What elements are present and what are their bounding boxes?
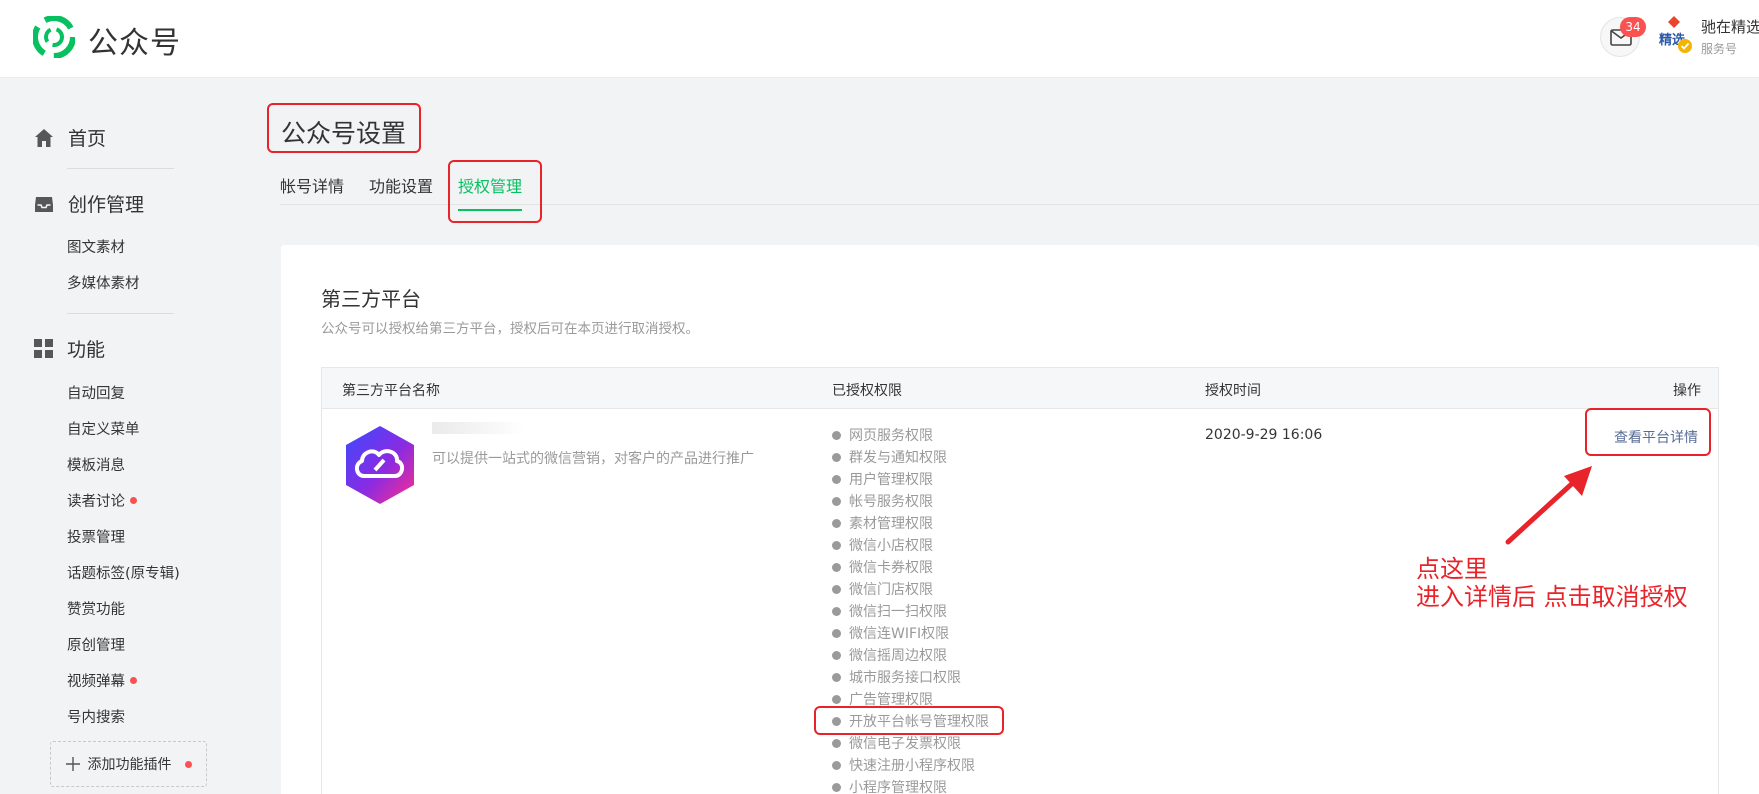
list-item: 微信扫一扫权限 [832,600,989,622]
sidebar-item-media-material[interactable]: 多媒体素材 [67,272,140,293]
annotation-box-link [1585,408,1711,456]
list-item: 微信电子发票权限 [832,732,989,754]
column-header-action: 操作 [1673,383,1701,399]
sidebar-item-label: 号内搜索 [67,710,125,726]
tab-account-details[interactable]: 帐号详情 [280,173,344,211]
top-bar: 公众号 34 精选 驰在精选 服务号 [0,0,1759,78]
new-dot [130,677,137,684]
platform-name-blurred [432,422,524,434]
grid-icon [34,339,53,358]
sidebar-group-label: 功能 [67,339,106,361]
sidebar-item-reward[interactable]: 赞赏功能 [67,598,125,619]
account-type: 服务号 [1701,42,1738,56]
annotation-box-title [267,103,421,153]
list-item: 用户管理权限 [832,468,989,490]
annotation-line: 进入详情后 点击取消授权 [1416,583,1688,611]
section-description: 公众号可以授权给第三方平台，授权后可在本页进行取消授权。 [321,321,699,337]
sidebar-item-news-material[interactable]: 图文素材 [67,236,125,257]
section-title: 第三方平台 [321,287,421,311]
list-item: 网页服务权限 [832,424,989,446]
sidebar-item-template-message[interactable]: 模板消息 [67,454,125,475]
sidebar-group-label: 创作管理 [68,194,145,216]
list-item: 帐号服务权限 [832,490,989,512]
add-plugin-button[interactable]: 添加功能插件 [50,741,207,787]
list-item: 快速注册小程序权限 [832,754,989,776]
add-plugin-label: 添加功能插件 [87,757,172,773]
list-item: 素材管理权限 [832,512,989,534]
platform-description: 可以提供一站式的微信营销，对客户的产品进行推广 [432,451,754,467]
column-header-permissions: 已授权权限 [832,383,902,399]
sidebar-item-in-account-search[interactable]: 号内搜索 [67,706,125,727]
inbox-icon [35,196,53,212]
unread-badge: 34 [1620,17,1646,37]
tab-feature-settings[interactable]: 功能设置 [369,173,433,211]
sidebar-divider [67,168,174,169]
sidebar-item-custom-menu[interactable]: 自定义菜单 [67,418,140,439]
list-item: 小程序管理权限 [832,776,989,794]
list-item: 微信门店权限 [832,578,989,600]
annotation-arrow-icon [1505,466,1592,545]
column-header-platform: 第三方平台名称 [342,383,440,399]
sidebar-item-label: 自定义菜单 [67,422,140,438]
platform-logo-cloud-icon [346,426,414,504]
sidebar-item-topic-tags[interactable]: 话题标签(原专辑) [67,562,180,583]
sidebar-item-vote[interactable]: 投票管理 [67,526,125,547]
list-item: 群发与通知权限 [832,446,989,468]
sidebar-item-reader-discussion[interactable]: 读者讨论 [67,490,137,511]
wechat-mp-logo-icon[interactable] [33,16,75,58]
annotation-note: 点这里 进入详情后 点击取消授权 [1416,555,1688,611]
sidebar-item-label: 自动回复 [67,386,125,402]
list-item: 微信连WIFI权限 [832,622,989,644]
sidebar-item-label: 赞赏功能 [67,602,125,618]
table-header [321,367,1719,409]
sidebar-item-label: 模板消息 [67,458,125,474]
authorization-time: 2020-9-29 16:06 [1205,427,1323,443]
account-name[interactable]: 驰在精选 [1701,16,1759,37]
list-item: 微信摇周边权限 [832,644,989,666]
sidebar-item-label: 原创管理 [67,638,125,654]
sidebar-item-home[interactable]: 首页 [34,124,106,151]
list-item: 微信小店权限 [832,534,989,556]
sidebar-item-label: 首页 [68,128,107,150]
sidebar-group-creation[interactable]: 创作管理 [34,190,144,217]
sidebar-item-label: 读者讨论 [67,494,125,510]
sidebar-item-original[interactable]: 原创管理 [67,634,125,655]
sidebar-item-label: 投票管理 [67,530,125,546]
sidebar-item-auto-reply[interactable]: 自动回复 [67,382,125,403]
sidebar-item-label: 视频弹幕 [67,674,125,690]
sidebar-divider [67,313,174,314]
new-dot [130,497,137,504]
plus-icon [65,757,80,771]
list-item: 城市服务接口权限 [832,666,989,688]
annotation-box-permission [814,706,1004,735]
new-dot [184,760,192,768]
brand-title: 公众号 [88,26,181,61]
annotation-box-tab [448,160,542,223]
list-item: 微信卡券权限 [832,556,989,578]
permission-list: 网页服务权限 群发与通知权限 用户管理权限 帐号服务权限 素材管理权限 微信小店… [832,424,989,794]
sidebar-group-features[interactable]: 功能 [34,335,105,362]
account-avatar[interactable]: 精选 [1654,14,1694,58]
home-icon [35,128,53,147]
sidebar-item-video-danmaku[interactable]: 视频弹幕 [67,670,137,691]
sidebar-item-label: 话题标签(原专辑) [67,566,180,582]
column-header-time: 授权时间 [1205,383,1261,399]
annotation-line: 点这里 [1416,555,1488,583]
